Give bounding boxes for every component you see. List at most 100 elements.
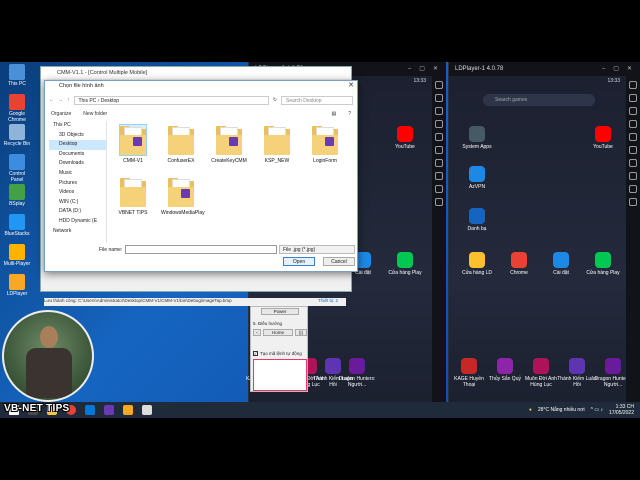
search-input[interactable]: Search Desktop [281, 95, 353, 105]
weather-text[interactable]: 28°C Nắng nhiều nơi [538, 407, 585, 413]
nav-item[interactable]: Network [49, 227, 106, 237]
android-app[interactable]: Cài đặt [541, 252, 581, 276]
screenshot-icon[interactable] [435, 107, 443, 115]
desktop-icon[interactable]: This PC [2, 64, 32, 87]
power-button[interactable]: Power [261, 308, 299, 315]
nav-item[interactable]: HDD Dynamic (E [49, 217, 106, 227]
location-icon[interactable] [435, 146, 443, 154]
keyboard-icon[interactable] [435, 81, 443, 89]
desktop-icon[interactable]: BSplay [2, 184, 32, 207]
nav-item[interactable]: Desktop [49, 140, 106, 150]
recent-button[interactable]: ||| [295, 329, 307, 336]
maximize-icon[interactable]: ▢ [613, 62, 619, 76]
checkbox-icon[interactable]: ✓ [253, 351, 258, 356]
add-apk-icon[interactable] [629, 94, 637, 102]
cancel-button[interactable]: Cancel [323, 257, 355, 266]
close-icon[interactable]: ✕ [348, 81, 354, 89]
refresh-icon[interactable]: ↻ [273, 97, 277, 103]
new-folder-button[interactable]: New folder [83, 111, 107, 117]
path-segment[interactable]: This PC [79, 98, 97, 104]
up-arrow-icon[interactable]: ↑ [67, 97, 70, 103]
ldplayer-window-1[interactable]: LDPlayer-1 4.0.78 – ▢ ✕ 13:33 Search games… [448, 62, 640, 418]
sync-icon[interactable] [629, 172, 637, 180]
sync-icon[interactable] [435, 172, 443, 180]
ldplayer-screen[interactable]: 13:33 Search games System Apps YouTube AzV… [449, 76, 631, 418]
weather-icon[interactable]: ● [529, 407, 532, 413]
folder-icon[interactable] [629, 133, 637, 141]
shake-icon[interactable] [629, 159, 637, 167]
android-app[interactable]: Chrome [499, 252, 539, 276]
android-app[interactable]: Thánh Kiếm Luân Hồi [557, 358, 597, 388]
back-button[interactable]: ‹ [253, 329, 261, 336]
nav-item[interactable]: Videos [49, 188, 106, 198]
desktop-icon[interactable]: BlueStacks [2, 214, 32, 237]
nav-item[interactable]: Downloads [49, 159, 106, 169]
android-app[interactable]: Cửa hàng LD [457, 252, 497, 276]
folder-icon[interactable] [435, 133, 443, 141]
nav-item[interactable]: WIN (C:) [49, 198, 106, 208]
file-item[interactable]: CMM-V1 [113, 124, 153, 164]
more-icon[interactable] [629, 198, 637, 206]
edge-icon[interactable] [85, 405, 95, 415]
screenshot-icon[interactable] [629, 107, 637, 115]
back-arrow-icon[interactable]: ← [49, 97, 54, 103]
nav-item[interactable]: DATA (D:) [49, 207, 106, 217]
close-icon[interactable]: ✕ [627, 62, 632, 76]
android-app[interactable]: YouTube [385, 126, 425, 150]
minimize-icon[interactable]: – [408, 62, 411, 76]
cmm-app-taskbar-icon[interactable] [142, 405, 152, 415]
file-item[interactable]: VBNET TIPS [113, 177, 153, 216]
shake-icon[interactable] [435, 159, 443, 167]
nav-item[interactable]: This PC [49, 121, 106, 131]
nav-item[interactable]: 3D Objects [49, 131, 106, 141]
forward-arrow-icon[interactable]: → [58, 97, 63, 103]
volume-icon[interactable] [435, 120, 443, 128]
nav-item[interactable]: Documents [49, 150, 106, 160]
ldplayer-titlebar[interactable]: LDPlayer-1 4.0.78 – ▢ ✕ [449, 62, 640, 76]
add-apk-icon[interactable] [435, 94, 443, 102]
file-item[interactable]: ConfuserEX [161, 125, 201, 164]
record-icon[interactable] [435, 185, 443, 193]
search-games-bar[interactable]: Search games [483, 94, 595, 106]
open-button[interactable]: Open [283, 257, 315, 266]
android-app[interactable]: Muôn Đời Anh Hùng Lục [521, 358, 561, 388]
volume-icon[interactable] [629, 120, 637, 128]
nav-item[interactable]: Music [49, 169, 106, 179]
desktop-icon[interactable]: Recycle Bin [2, 124, 32, 147]
desktop-icon[interactable]: Google Chrome [2, 94, 32, 123]
organize-button[interactable]: Organize [51, 111, 71, 117]
more-icon[interactable] [435, 198, 443, 206]
filename-input[interactable] [125, 245, 277, 254]
file-type-select[interactable]: File .jpg (*.jpg) [279, 245, 355, 254]
android-app[interactable]: KAGE Huyền Thoại [449, 358, 489, 388]
android-app[interactable]: Cửa hàng Play [385, 252, 425, 276]
path-segment[interactable]: Desktop [101, 98, 119, 104]
view-options-icon[interactable]: ▤ [331, 111, 336, 117]
file-item[interactable]: LoginForm [305, 125, 345, 164]
record-icon[interactable] [629, 185, 637, 193]
visual-studio-icon[interactable] [104, 405, 114, 415]
minimize-icon[interactable]: – [602, 62, 605, 76]
desktop-icon[interactable]: Control Panel [2, 154, 32, 183]
clock[interactable]: 1:33 CH 17/05/2022 [609, 404, 634, 416]
nav-item[interactable]: Pictures [49, 179, 106, 189]
code-textarea[interactable] [253, 359, 307, 391]
help-icon[interactable]: ? [348, 111, 351, 117]
file-item[interactable]: KSP_NEW [257, 125, 297, 164]
home-button[interactable]: Home [263, 329, 293, 336]
desktop-icon[interactable]: LDPlayer [2, 274, 32, 297]
android-app[interactable]: System Apps [457, 126, 497, 150]
android-app[interactable]: Cửa hàng Play [583, 252, 623, 276]
auto-code-checkbox[interactable]: ✓ Tạo mã lệnh tự động [253, 351, 302, 356]
android-app[interactable]: Dragon Hunters: Người... [337, 358, 377, 388]
desktop-icon[interactable]: Multi-Player [2, 244, 32, 267]
close-icon[interactable]: ✕ [433, 62, 438, 76]
android-app[interactable]: Danh bạ [457, 208, 497, 232]
open-file-dialog[interactable]: Chọn file hình ảnh ✕ ← → ↑ This PC › Des… [44, 80, 358, 272]
file-item[interactable]: CreateKeyCMM [209, 125, 249, 164]
keyboard-icon[interactable] [629, 81, 637, 89]
file-item[interactable]: WindowsMediaPlay [161, 177, 205, 216]
android-app[interactable]: AzVPN [457, 166, 497, 190]
tray-icons[interactable]: ^ ▭ ♪ [591, 407, 603, 413]
android-app[interactable]: Thủy Sắn Quỷ [485, 358, 525, 382]
